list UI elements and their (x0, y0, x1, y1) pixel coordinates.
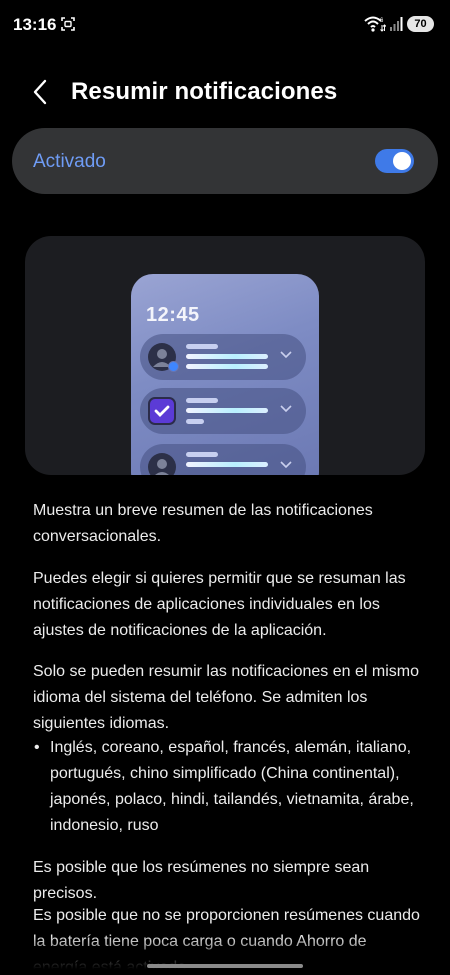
status-bar: 13:16 6 70 (0, 0, 450, 52)
chevron-down-icon (280, 405, 292, 413)
mock-notification (140, 444, 306, 475)
phone-mockup: 12:45 (131, 274, 319, 475)
page-title: Resumir notificaciones (71, 78, 338, 105)
illustration-card: 12:45 (25, 236, 425, 475)
switch-knob (393, 152, 411, 170)
signal-icon (390, 17, 403, 31)
toggle-label: Activado (33, 151, 106, 172)
chevron-down-icon (280, 461, 292, 469)
description-paragraph: Muestra un breve resumen de las notifica… (33, 502, 373, 545)
app-settings-paragraph: Puedes elegir si quieres permitir que se… (33, 570, 406, 639)
status-time: 13:16 (13, 15, 57, 34)
toggle-switch[interactable] (375, 149, 414, 173)
master-toggle-row[interactable]: Activado (12, 128, 438, 194)
person-avatar-icon (148, 343, 179, 372)
language-list: Inglés, coreano, español, francés, alemá… (50, 739, 414, 834)
bullet-marker: • (34, 739, 40, 756)
mockup-clock: 12:45 (146, 304, 200, 326)
home-indicator[interactable] (147, 964, 303, 968)
svg-text:6: 6 (380, 18, 384, 24)
battery-icon: 70 (407, 16, 434, 32)
battery-level: 70 (414, 18, 427, 30)
bottom-fade (0, 935, 450, 975)
language-paragraph: Solo se pueden resumir las notificacione… (33, 663, 419, 732)
screenshot-icon (61, 17, 75, 31)
person-avatar-icon (148, 453, 176, 475)
chevron-down-icon (280, 351, 292, 359)
wifi-icon: 6 (364, 16, 386, 32)
checkbox-icon (148, 397, 176, 425)
mock-notification (140, 334, 306, 380)
unread-dot-icon (168, 361, 179, 372)
accuracy-paragraph: Es posible que los resúmenes no siempre … (33, 859, 370, 902)
mock-notification (140, 388, 306, 434)
back-chevron-icon[interactable] (26, 76, 56, 108)
